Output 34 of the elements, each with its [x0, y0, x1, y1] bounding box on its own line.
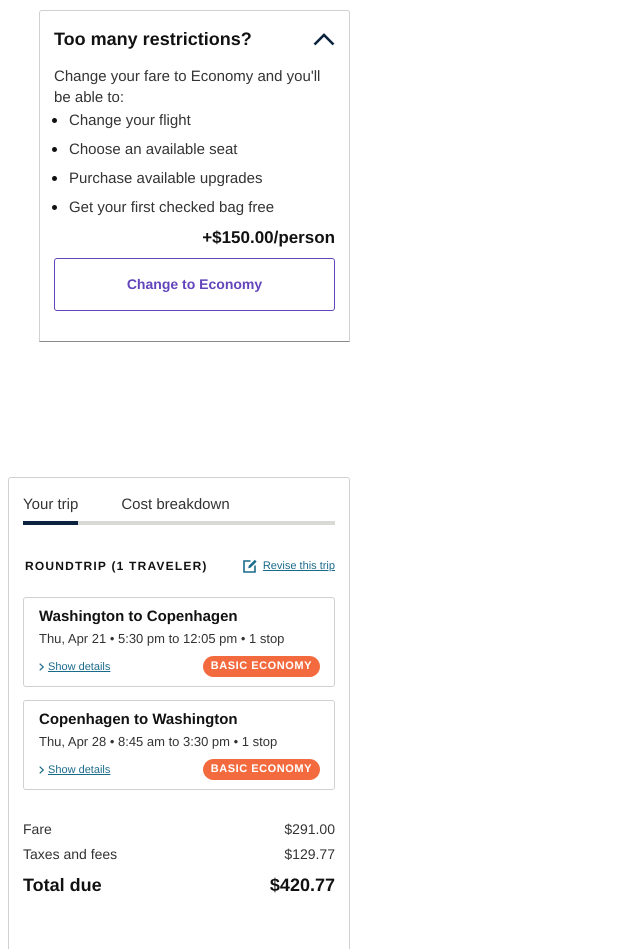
- edit-icon: [242, 558, 258, 574]
- benefit-text: Purchase available upgrades: [69, 169, 262, 189]
- show-details-link[interactable]: Show details: [39, 658, 110, 674]
- card-title: Too many restrictions?: [54, 28, 252, 51]
- tab[interactable]: Cost breakdown: [121, 495, 230, 525]
- trip-heading: ROUNDTRIP (1 TRAVELER): [25, 558, 208, 574]
- cost-amount: $129.77: [284, 845, 335, 864]
- intro-text: Change your fare to Economy and you'll be able to:: [54, 67, 322, 108]
- benefit-text: Get your first checked bag free: [69, 198, 274, 218]
- cost-amount: $291.00: [284, 820, 335, 839]
- bullet-icon: [52, 118, 57, 123]
- flight-details: Thu, Apr 28 • 8:45 am to 3:30 pm • 1 stop: [39, 733, 278, 751]
- fare-badge: BASIC ECONOMY: [202, 759, 320, 780]
- cost-label: Fare: [23, 820, 52, 839]
- bullet-icon: [52, 205, 57, 210]
- tab[interactable]: Your trip: [23, 495, 78, 525]
- revise-trip-link[interactable]: Revise this trip: [242, 558, 335, 574]
- cost-label: Total due: [23, 874, 102, 897]
- show-details-link[interactable]: Show details: [39, 762, 110, 778]
- bullet-icon: [52, 147, 57, 152]
- bullet-icon: [52, 176, 57, 181]
- flight-details: Thu, Apr 21 • 5:30 pm to 12:05 pm • 1 stop: [39, 630, 286, 648]
- change-fare-button[interactable]: Change to Economy: [54, 258, 335, 311]
- cost-label: Taxes and fees: [23, 845, 118, 864]
- chevron-right-icon: [39, 662, 44, 670]
- cost-amount: $420.77: [270, 874, 335, 897]
- price-text: +$150.00/person: [202, 227, 335, 249]
- flight-route: Washington to Copenhagen: [39, 607, 239, 627]
- chevron-up-icon[interactable]: [313, 32, 335, 46]
- benefit-text: Choose an available seat: [69, 140, 238, 160]
- flight-route: Copenhagen to Washington: [39, 710, 239, 730]
- fare-badge: BASIC ECONOMY: [202, 656, 320, 677]
- chevron-right-icon: [39, 766, 44, 774]
- benefit-text: Change your flight: [69, 111, 191, 131]
